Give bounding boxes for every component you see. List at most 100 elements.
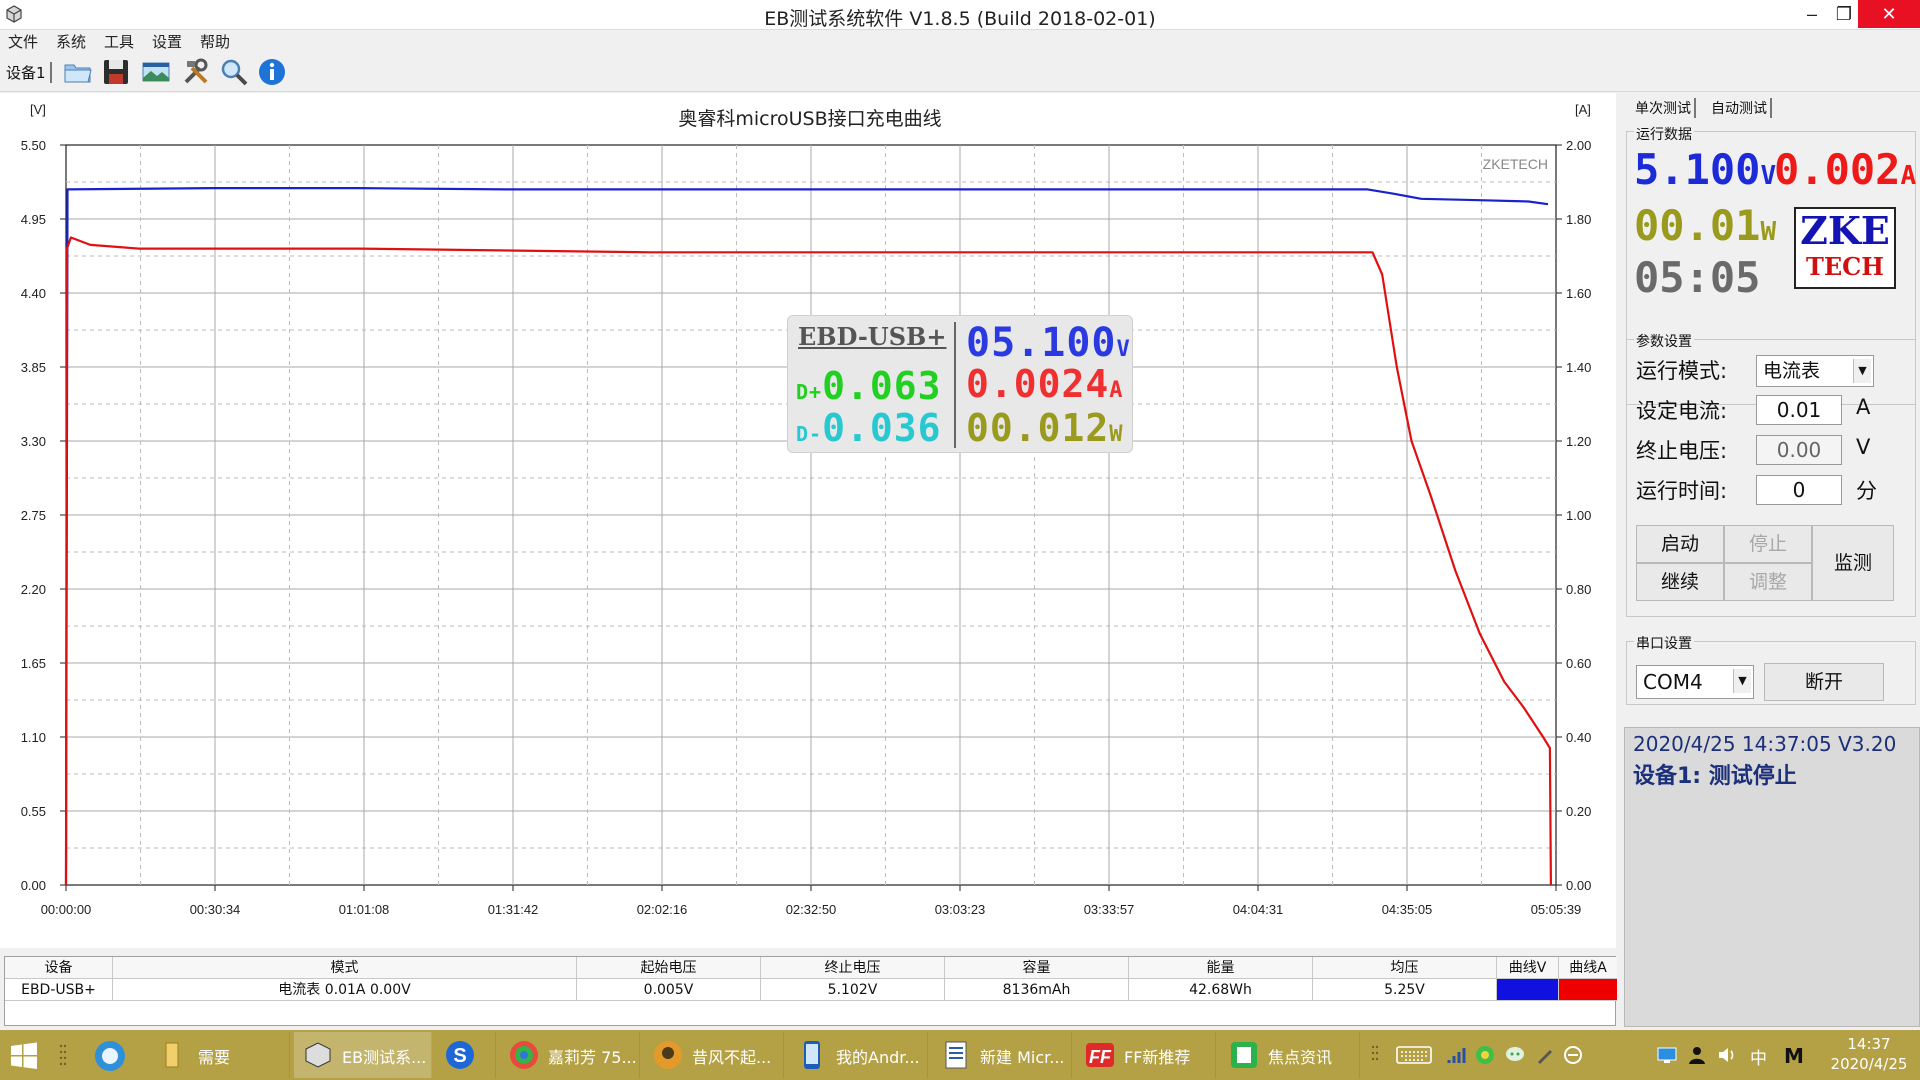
info-icon[interactable] xyxy=(256,56,288,88)
chart-panel: 5.50 4.95 4.40 3.85 3.30 2.75 2.20 1.65 1.10 0.55… xyxy=(0,93,1616,948)
serial-title: 串口设置 xyxy=(1634,633,1694,653)
table-cell-mode[interactable]: 电流表 0.01A 0.00V xyxy=(113,979,577,1001)
signal-icon[interactable] xyxy=(1446,1044,1468,1066)
taskbar-item-video[interactable]: 昔风不起... xyxy=(644,1032,784,1078)
table-cell-end-voltage[interactable]: 5.102V xyxy=(761,979,945,1001)
end-voltage-label: 终止电压: xyxy=(1636,439,1728,463)
curve-v-color-swatch[interactable] xyxy=(1497,979,1559,1001)
close-button[interactable]: ✕ xyxy=(1858,0,1920,28)
taskbar-item-android[interactable]: 我的Andr... xyxy=(788,1032,928,1078)
end-voltage-input[interactable]: 0.00 xyxy=(1756,435,1842,465)
adjust-button[interactable]: 调整 xyxy=(1724,563,1812,601)
left-axis-unit: [V] xyxy=(30,102,46,117)
table-header: 曲线V xyxy=(1497,957,1559,979)
x-tick-label: 00:00:00 xyxy=(41,902,92,917)
start-button[interactable]: 启动 xyxy=(1636,525,1724,563)
set-current-input[interactable]: 0.01 xyxy=(1756,395,1842,425)
menu-file[interactable]: 文件 xyxy=(8,31,38,52)
y-right-tick-label: 0.80 xyxy=(1566,582,1591,597)
table-cell-capacity[interactable]: 8136mAh xyxy=(945,979,1129,1001)
taskbar-clock[interactable]: 14:37 2020/4/25 xyxy=(1826,1034,1912,1074)
taskbar-item-ff[interactable]: FF FF新推荐 xyxy=(1076,1032,1216,1078)
tab-single-test[interactable]: 单次测试 xyxy=(1632,98,1696,118)
y-left-tick-label: 1.10 xyxy=(21,730,46,745)
pen-icon[interactable] xyxy=(1534,1044,1556,1066)
keyboard-icon[interactable] xyxy=(1396,1044,1432,1066)
run-power-display: 00.01W xyxy=(1634,201,1777,250)
continue-button[interactable]: 继续 xyxy=(1636,563,1724,601)
stop-button[interactable]: 停止 xyxy=(1724,525,1812,563)
device-tab[interactable]: 设备1 xyxy=(6,62,52,83)
mode-select[interactable]: 电流表 ▼ xyxy=(1756,355,1874,387)
table-cell-device[interactable]: EBD-USB+ xyxy=(5,979,113,1001)
taskbar-item-news[interactable]: 焦点资讯 xyxy=(1220,1032,1360,1078)
menu-tools[interactable]: 工具 xyxy=(104,31,134,52)
table-cell-start-voltage[interactable]: 0.005V xyxy=(577,979,761,1001)
volume-icon[interactable] xyxy=(1716,1044,1738,1066)
table-cell-avg-voltage[interactable]: 5.25V xyxy=(1313,979,1497,1001)
run-time-input[interactable]: 0 xyxy=(1756,475,1842,505)
open-folder-icon[interactable] xyxy=(62,56,94,88)
video-app-icon xyxy=(654,1041,682,1069)
curve-a-color-swatch[interactable] xyxy=(1559,979,1617,1001)
y-right-tick-label: 1.40 xyxy=(1566,360,1591,375)
menu-settings[interactable]: 设置 xyxy=(152,31,182,52)
y-left-tick-label: 5.50 xyxy=(21,138,46,153)
menu-help[interactable]: 帮助 xyxy=(200,31,230,52)
browser-icon[interactable] xyxy=(92,1038,128,1074)
x-tick-label: 02:32:50 xyxy=(786,902,837,917)
tab-auto-test[interactable]: 自动测试 xyxy=(1708,98,1772,118)
security-icon[interactable] xyxy=(1474,1044,1496,1066)
taskbar-grip-icon xyxy=(59,1044,67,1066)
table-header: 模式 xyxy=(113,957,577,979)
status-message: 设备1: 测试停止 xyxy=(1633,764,1797,789)
run-voltage-display: 5.100V xyxy=(1634,145,1777,194)
y-right-tick-label: 0.20 xyxy=(1566,804,1591,819)
status-timestamp: 2020/4/25 14:37:05 V3.20 xyxy=(1633,732,1897,756)
y-left-tick-label: 2.75 xyxy=(21,508,46,523)
y-right-tick-label: 0.60 xyxy=(1566,656,1591,671)
monitor-button[interactable]: 监测 xyxy=(1812,525,1894,601)
x-tick-label: 01:31:42 xyxy=(488,902,539,917)
y-right-tick-label: 0.00 xyxy=(1566,878,1591,893)
taskbar-item-sogou[interactable]: S xyxy=(436,1032,496,1078)
chat-icon[interactable] xyxy=(1504,1044,1526,1066)
grid-layer xyxy=(65,144,1557,886)
display-icon[interactable] xyxy=(1656,1044,1678,1066)
app-window: EB测试系统软件 V1.8.5 (Build 2018-02-01) – ❐ ✕… xyxy=(0,0,1920,1080)
tools-icon[interactable] xyxy=(180,56,212,88)
ime-indicator[interactable]: 中 xyxy=(1750,1044,1772,1069)
save-icon[interactable] xyxy=(100,56,132,88)
search-icon[interactable] xyxy=(218,56,250,88)
taskbar-item-music[interactable]: 嘉莉芳 75... xyxy=(500,1032,640,1078)
taskbar-item-eb-test[interactable]: EB测试系... xyxy=(294,1032,432,1078)
com-port-select[interactable]: COM4 ▼ xyxy=(1636,665,1754,699)
weather-icon[interactable] xyxy=(1562,1044,1584,1066)
x-tick-label: 04:04:31 xyxy=(1233,902,1284,917)
ime-mode-indicator[interactable]: M xyxy=(1784,1044,1806,1068)
image-export-icon[interactable] xyxy=(140,56,172,88)
run-time-display: 05:05 xyxy=(1634,253,1761,302)
lcd-overlay: EBD-USB+ 05.100V D+0.063 0.0024A D-0.036… xyxy=(787,315,1133,453)
chevron-down-icon: ▼ xyxy=(1733,669,1751,693)
windows-start-icon[interactable] xyxy=(10,1042,38,1070)
x-tick-label: 02:02:16 xyxy=(637,902,688,917)
table-cell-energy[interactable]: 42.68Wh xyxy=(1129,979,1313,1001)
taskbar-item-folder[interactable]: 需要 xyxy=(150,1032,290,1078)
params-title: 参数设置 xyxy=(1634,331,1694,351)
taskbar-grip-icon xyxy=(1371,1045,1379,1061)
table-header: 均压 xyxy=(1313,957,1497,979)
taskbar-item-word[interactable]: 新建 Micr... xyxy=(932,1032,1072,1078)
table-header: 设备 xyxy=(5,957,113,979)
y-right-tick-label: 1.00 xyxy=(1566,508,1591,523)
menu-system[interactable]: 系统 xyxy=(56,31,86,52)
disconnect-button[interactable]: 断开 xyxy=(1764,663,1884,701)
menu-bar: 文件 系统 工具 设置 帮助 xyxy=(0,30,1920,52)
run-time-unit: 分 xyxy=(1856,479,1877,503)
user-icon[interactable] xyxy=(1686,1044,1708,1066)
lcd-voltage: 05.100V xyxy=(966,320,1131,366)
chart-title: 奥睿科microUSB接口充电曲线 xyxy=(678,108,941,130)
y-left-tick-label: 4.40 xyxy=(21,286,46,301)
phone-icon xyxy=(804,1041,820,1069)
sogou-icon: S xyxy=(446,1041,474,1069)
